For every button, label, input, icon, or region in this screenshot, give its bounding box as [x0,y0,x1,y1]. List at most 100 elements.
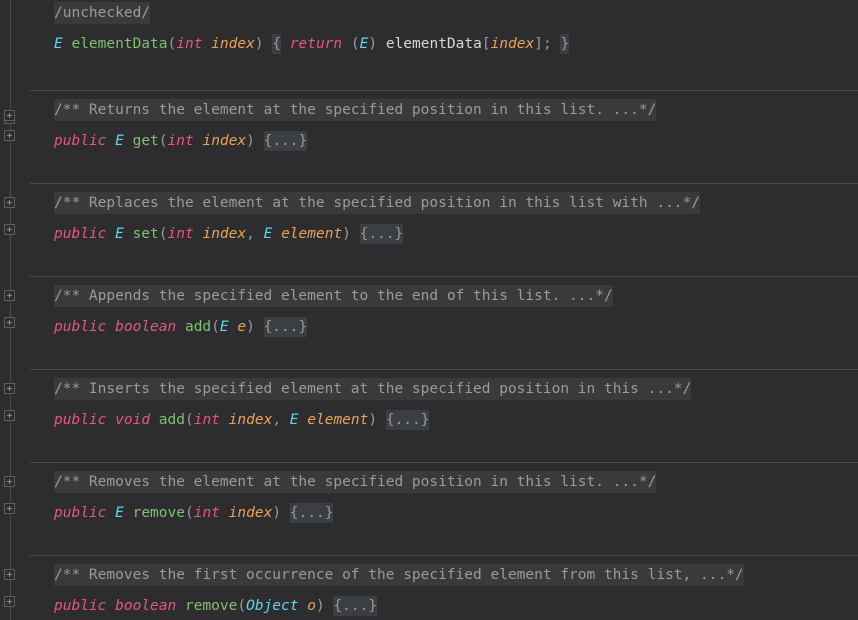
code-text-area[interactable]: /unchecked/E elementData(int index) { re… [0,0,858,620]
editor-gutter[interactable] [0,0,30,620]
code-signature-line[interactable]: E elementData(int index) { return (E) el… [54,33,570,56]
folded-javadoc-line[interactable]: /unchecked/ [54,2,151,25]
member-separator [30,90,858,91]
code-token: index [202,133,247,149]
collapsed-body-placeholder[interactable]: {...} [333,596,378,616]
code-token: elementData [71,36,168,52]
collapsed-body-placeholder[interactable]: { [272,34,282,54]
code-editor[interactable]: /unchecked/E elementData(int index) { re… [0,0,858,620]
code-token: element [281,226,343,242]
code-token: o [307,598,316,614]
folded-javadoc-placeholder[interactable]: /unchecked/ [54,2,151,24]
code-token: int [193,505,220,521]
code-token: boolean [115,598,177,614]
member-separator [30,462,858,463]
fold-expand-plus-icon[interactable] [4,110,15,121]
code-token: ) [315,598,325,614]
folded-javadoc-placeholder[interactable]: /** Removes the element at the specified… [54,471,657,493]
collapsed-body-placeholder[interactable]: {...} [385,410,430,430]
folded-javadoc-line[interactable]: /** Returns the element at the specified… [54,99,657,122]
folded-javadoc-line[interactable]: /** Replaces the element at the specifie… [54,192,701,215]
code-token: index [228,412,273,428]
folded-javadoc-line[interactable]: /** Removes the first occurrence of the … [54,564,744,587]
collapsed-body-placeholder[interactable]: {...} [263,131,308,151]
code-token: index [490,36,535,52]
code-token: E [115,505,124,521]
code-signature-line[interactable]: public E remove(int index) {...} [54,502,334,525]
code-token: index [228,505,273,521]
code-token: e [237,319,247,335]
collapsed-body-placeholder[interactable]: {...} [263,317,308,337]
code-token: ( [237,598,247,614]
code-token: ( [350,36,360,52]
fold-expand-plus-icon[interactable] [4,383,15,394]
code-signature-line[interactable]: public boolean add(E e) {...} [54,316,308,339]
fold-expand-plus-icon[interactable] [4,224,15,235]
fold-expand-plus-icon[interactable] [4,290,15,301]
code-token: elementData [385,36,482,52]
fold-expand-plus-icon[interactable] [4,503,15,514]
code-signature-line[interactable]: public void add(int index, E element) {.… [54,409,430,432]
code-token: ) [272,505,282,521]
code-token: E [289,412,299,428]
fold-expand-plus-icon[interactable] [4,476,15,487]
member-separator [30,369,858,370]
code-token: return [289,36,343,52]
collapsed-body-placeholder[interactable]: } [560,34,570,54]
fold-expand-plus-icon[interactable] [4,410,15,421]
code-signature-line[interactable]: public E get(int index) {...} [54,130,308,153]
code-signature-line[interactable]: public E set(int index, E element) {...} [54,223,404,246]
code-token: ( [158,226,168,242]
code-token: ( [158,133,168,149]
code-token: add [184,319,212,335]
code-token: ( [184,505,194,521]
code-token: public [54,319,107,335]
code-token: E [219,319,229,335]
code-token: remove [184,598,238,614]
code-token: ] [534,36,543,52]
fold-expand-plus-icon[interactable] [4,569,15,580]
folded-javadoc-placeholder[interactable]: /** Inserts the specified element at the… [54,378,692,400]
folded-javadoc-placeholder[interactable]: /** Returns the element at the specified… [54,99,657,121]
fold-expand-plus-icon[interactable] [4,317,15,328]
fold-expand-plus-icon[interactable] [4,130,15,141]
collapsed-body-placeholder[interactable]: {...} [359,224,404,244]
code-token: index [211,36,255,52]
folded-javadoc-line[interactable]: /** Removes the element at the specified… [54,471,657,494]
fold-expand-plus-icon[interactable] [4,197,15,208]
code-signature-line[interactable]: public boolean remove(Object o) {...} [54,595,378,618]
code-token: ( [184,412,194,428]
code-token: boolean [115,319,177,335]
folded-javadoc-line[interactable]: /** Inserts the specified element at the… [54,378,692,401]
code-token: ; [542,36,552,52]
code-token: int [176,36,203,52]
code-token: int [193,412,220,428]
code-token: ) [246,319,255,335]
folded-javadoc-placeholder[interactable]: /** Appends the specified element to the… [54,285,613,307]
code-token: get [132,133,159,149]
collapsed-body-placeholder[interactable]: {...} [289,503,334,523]
folded-javadoc-placeholder[interactable]: /** Removes the first occurrence of the … [54,564,744,586]
fold-expand-plus-icon[interactable] [4,596,15,607]
gutter-rail [10,0,11,620]
folded-javadoc-line[interactable]: /** Appends the specified element to the… [54,285,613,308]
folded-javadoc-placeholder[interactable]: /** Replaces the element at the specifie… [54,192,701,214]
